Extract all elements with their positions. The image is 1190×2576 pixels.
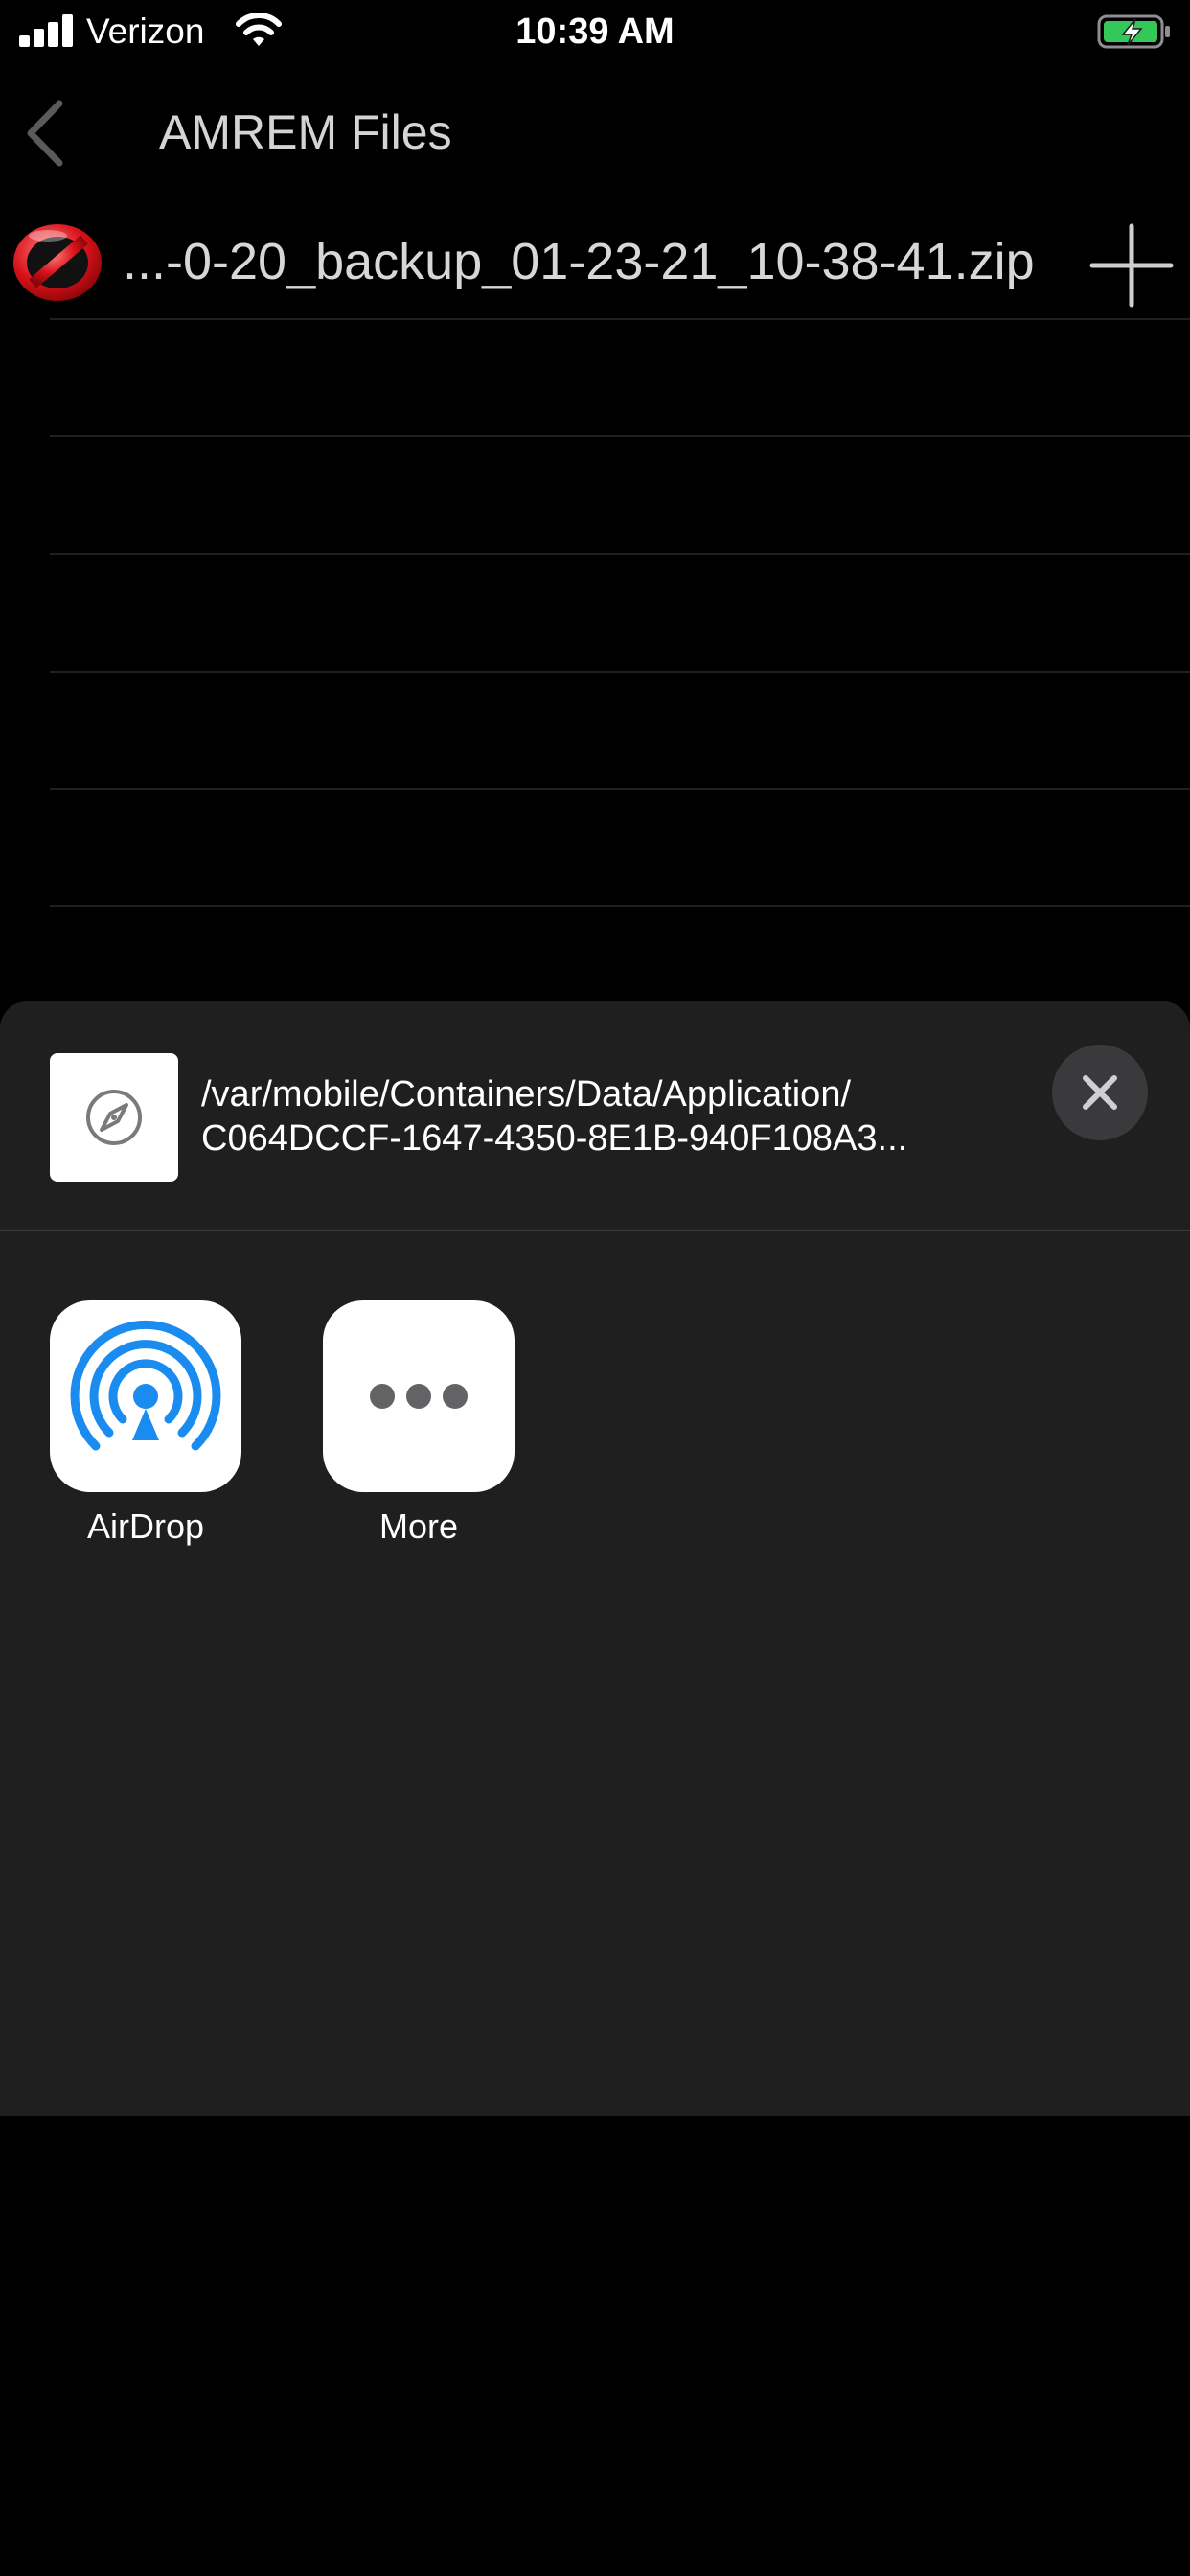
back-button[interactable] (21, 98, 69, 169)
more-icon (370, 1384, 468, 1409)
more-app-icon (323, 1300, 515, 1492)
file-path-line: /var/mobile/Containers/Data/Application/ (201, 1074, 852, 1115)
share-app-airdrop[interactable]: AirDrop (50, 1300, 241, 1548)
row-separator (50, 905, 1190, 907)
share-app-label: AirDrop (86, 1506, 205, 1546)
compass-icon (86, 1090, 142, 1145)
row-separator (50, 318, 1190, 320)
airdrop-app-icon (50, 1300, 241, 1492)
file-name: ...-0-20_backup_01-23-21_10-38-41.zip (123, 233, 1035, 290)
status-time: 10:39 AM (515, 12, 675, 52)
file-path-line: C064DCCF-1647-4350-8E1B-940F108A3... (201, 1118, 908, 1159)
row-separator (50, 788, 1190, 790)
file-path: /var/mobile/Containers/Data/Application/… (201, 1072, 1016, 1161)
share-app-label: More (378, 1506, 459, 1546)
status-bar: Verizon 10:39 AM (0, 0, 1190, 63)
close-button[interactable] (1052, 1045, 1148, 1140)
divider (0, 1230, 1190, 1231)
share-sheet: /var/mobile/Containers/Data/Application/… (0, 1001, 1190, 2116)
airdrop-icon (70, 1320, 221, 1451)
row-separator (50, 553, 1190, 555)
row-separator (50, 671, 1190, 673)
no-symbol-icon (13, 224, 102, 301)
document-preview (50, 1053, 178, 1182)
page-title: AMREM Files (159, 105, 452, 159)
share-sheet-header: /var/mobile/Containers/Data/Application/… (0, 1001, 1190, 1230)
file-list-item[interactable]: ...-0-20_backup_01-23-21_10-38-41.zip (0, 203, 1190, 318)
add-button[interactable] (1088, 222, 1175, 309)
battery-charging-icon (1097, 14, 1170, 49)
row-separator (50, 435, 1190, 437)
plus-icon (1089, 223, 1174, 308)
navigation-bar: AMREM Files (0, 63, 1190, 197)
share-app-more[interactable]: More (323, 1300, 515, 1548)
close-icon (1083, 1075, 1117, 1110)
chevron-left-icon (27, 100, 63, 167)
